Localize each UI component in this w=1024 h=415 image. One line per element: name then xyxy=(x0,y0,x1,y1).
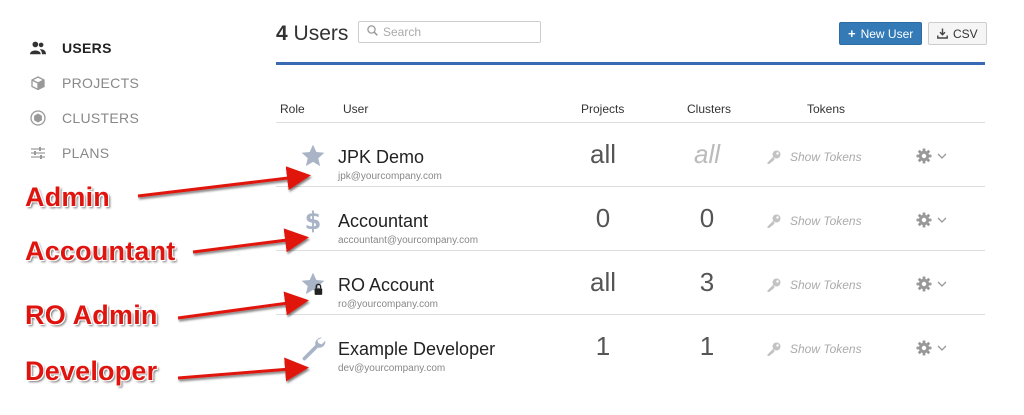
clusters-count: all xyxy=(693,139,720,169)
chevron-down-icon xyxy=(937,345,947,351)
sidebar-item-clusters[interactable]: CLUSTERS xyxy=(30,100,230,135)
column-header-tokens: Tokens xyxy=(807,102,846,116)
annotation-label-admin: Admin xyxy=(25,182,110,212)
user-count: 4 xyxy=(276,22,288,45)
page-header: 4 Users + New User CSV xyxy=(276,20,987,65)
projects-count: all xyxy=(589,267,616,297)
user-name[interactable]: RO Account xyxy=(338,275,434,296)
column-header-role: Role xyxy=(280,102,305,116)
show-tokens-link[interactable]: Show Tokens xyxy=(766,277,862,293)
user-name[interactable]: Accountant xyxy=(338,211,428,232)
user-email: dev@yourcompany.com xyxy=(338,363,446,374)
csv-download-button[interactable]: CSV xyxy=(928,22,987,45)
row-settings-dropdown[interactable] xyxy=(916,276,947,292)
sidebar-item-plans[interactable]: PLANS xyxy=(30,135,230,170)
user-email: accountant@yourcompany.com xyxy=(338,235,479,246)
row-settings-dropdown[interactable] xyxy=(916,340,947,356)
projects-count: 1 xyxy=(595,331,611,361)
gear-icon xyxy=(916,212,932,228)
search-icon xyxy=(367,23,378,41)
gear-icon xyxy=(916,276,932,292)
show-tokens-label: Show Tokens xyxy=(790,278,862,292)
user-name[interactable]: JPK Demo xyxy=(338,147,424,168)
page-title: 4 Users xyxy=(276,22,348,46)
show-tokens-label: Show Tokens xyxy=(790,214,862,228)
clusters-count: 0 xyxy=(699,203,715,233)
cluster-icon xyxy=(30,109,46,126)
search-input[interactable] xyxy=(383,25,533,39)
row-settings-dropdown[interactable] xyxy=(916,212,947,228)
table-row: JPK Demo jpk@yourcompany.com all all Sho… xyxy=(276,123,985,187)
show-tokens-label: Show Tokens xyxy=(790,150,862,164)
show-tokens-link[interactable]: Show Tokens xyxy=(766,149,862,165)
sidebar-item-users[interactable]: USERS xyxy=(30,30,230,65)
sidebar-item-label: PLANS xyxy=(62,144,110,161)
page-title-text: Users xyxy=(293,22,349,45)
sidebar-item-label: CLUSTERS xyxy=(62,109,140,126)
projects-count: 0 xyxy=(595,203,611,233)
clusters-count: 1 xyxy=(699,331,715,361)
annotation-label-ro-admin: RO Admin xyxy=(25,300,158,330)
download-icon xyxy=(937,28,953,39)
show-tokens-link[interactable]: Show Tokens xyxy=(766,213,862,229)
svg-text:$: $ xyxy=(305,207,322,233)
chevron-down-icon xyxy=(937,281,947,287)
chevron-down-icon xyxy=(937,217,947,223)
column-header-clusters: Clusters xyxy=(687,102,732,116)
wrench-icon xyxy=(300,335,326,361)
key-icon xyxy=(767,150,781,164)
table-header: Role User Projects Clusters Tokens xyxy=(276,100,985,123)
plus-icon: + xyxy=(848,26,856,41)
annotation-label-accountant: Accountant xyxy=(25,236,176,266)
sliders-icon xyxy=(30,145,46,161)
key-icon xyxy=(767,342,781,356)
column-header-projects: Projects xyxy=(581,102,625,116)
table-row: Example Developer dev@yourcompany.com 1 … xyxy=(276,315,985,378)
star-icon xyxy=(300,143,326,169)
user-email: jpk@yourcompany.com xyxy=(338,171,442,182)
csv-label: CSV xyxy=(953,26,978,41)
cube-icon xyxy=(30,75,46,91)
row-settings-dropdown[interactable] xyxy=(916,148,947,164)
dollar-icon: $ xyxy=(300,207,326,233)
sidebar-item-label: PROJECTS xyxy=(62,74,140,91)
star-lock-icon xyxy=(300,271,326,297)
annotation-label-developer: Developer xyxy=(25,356,158,386)
key-icon xyxy=(767,214,781,228)
users-icon xyxy=(30,40,46,56)
table-row: RO Account ro@yourcompany.com all 3 Show… xyxy=(276,251,985,315)
show-tokens-link[interactable]: Show Tokens xyxy=(766,341,862,357)
projects-count: all xyxy=(589,139,616,169)
new-user-button[interactable]: + New User xyxy=(839,22,923,45)
sidebar-item-label: USERS xyxy=(62,39,112,56)
sidebar: USERS PROJECTS CLUSTERS PLANS xyxy=(30,30,230,170)
gear-icon xyxy=(916,148,932,164)
gear-icon xyxy=(916,340,932,356)
clusters-count: 3 xyxy=(699,267,715,297)
column-header-user: User xyxy=(343,102,369,116)
show-tokens-label: Show Tokens xyxy=(790,342,862,356)
key-icon xyxy=(767,278,781,292)
chevron-down-icon xyxy=(937,153,947,159)
search-box[interactable] xyxy=(358,21,541,43)
user-email: ro@yourcompany.com xyxy=(338,299,438,310)
new-user-label: New User xyxy=(860,26,914,41)
users-table: Role User Projects Clusters Tokens JPK D… xyxy=(276,100,985,378)
user-name[interactable]: Example Developer xyxy=(338,339,495,360)
table-row: $ Accountant accountant@yourcompany.com … xyxy=(276,187,985,251)
sidebar-item-projects[interactable]: PROJECTS xyxy=(30,65,230,100)
